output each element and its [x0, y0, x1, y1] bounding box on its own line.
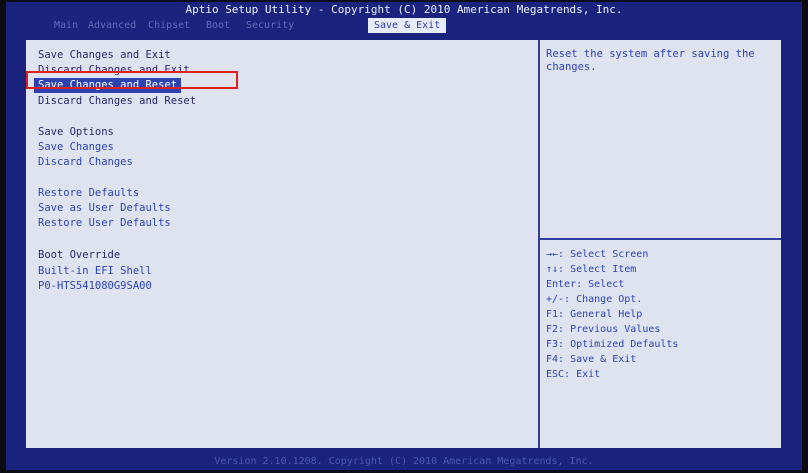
menu-item-restore-user-defaults[interactable]: Restore User Defaults: [38, 217, 171, 230]
main-panel: Save Changes and Exit Discard Changes an…: [26, 40, 781, 448]
key-legend: →←: Select Screen ↑↓: Select Item Enter:…: [540, 242, 781, 448]
key-previous-values: F2: Previous Values: [546, 324, 661, 335]
bios-title: Aptio Setup Utility - Copyright (C) 2010…: [185, 3, 623, 16]
horizontal-divider: [540, 238, 781, 240]
key-general-help: F1: General Help: [546, 309, 643, 320]
help-text: Reset the system after saving the change…: [546, 48, 755, 73]
menu-item-save-exit[interactable]: Save Changes and Exit: [38, 49, 171, 62]
menu-item-efi-shell[interactable]: Built-in EFI Shell: [38, 265, 152, 278]
key-enter-select: Enter: Select: [546, 279, 625, 290]
tab-chipset[interactable]: Chipset: [148, 18, 190, 33]
selection-highlight-box: [26, 71, 238, 89]
key-esc-exit: ESC: Exit: [546, 369, 601, 380]
menu-item-restore-defaults[interactable]: Restore Defaults: [38, 187, 139, 200]
version-footer: Version 2.10.1208. Copyright (C) 2010 Am…: [214, 456, 594, 467]
tab-main[interactable]: Main: [54, 18, 78, 33]
key-select-screen: →←: Select Screen: [546, 249, 649, 260]
menu-item-discard-changes[interactable]: Discard Changes: [38, 156, 133, 169]
key-optimized-defaults: F3: Optimized Defaults: [546, 339, 679, 350]
tab-bar: Main Advanced Chipset Boot Security Save…: [6, 18, 802, 33]
section-boot-override: Boot Override: [38, 249, 121, 261]
section-save-options: Save Options: [38, 126, 114, 138]
key-save-exit: F4: Save & Exit: [546, 354, 637, 365]
tab-security[interactable]: Security: [246, 18, 294, 33]
tab-boot[interactable]: Boot: [206, 18, 230, 33]
menu-item-save-changes[interactable]: Save Changes: [38, 141, 114, 154]
menu-pane: Save Changes and Exit Discard Changes an…: [26, 40, 538, 448]
tab-advanced[interactable]: Advanced: [88, 18, 136, 33]
tab-save-exit[interactable]: Save & Exit: [368, 18, 447, 33]
menu-item-discard-reset[interactable]: Discard Changes and Reset: [38, 95, 196, 108]
menu-item-boot-drive[interactable]: P0-HTS541080G9SA00: [38, 280, 152, 293]
key-change-opt: +/-: Change Opt.: [546, 294, 643, 305]
key-select-item: ↑↓: Select Item: [546, 264, 637, 275]
help-pane: Reset the system after saving the change…: [540, 40, 781, 240]
menu-item-save-user-defaults[interactable]: Save as User Defaults: [38, 202, 171, 215]
